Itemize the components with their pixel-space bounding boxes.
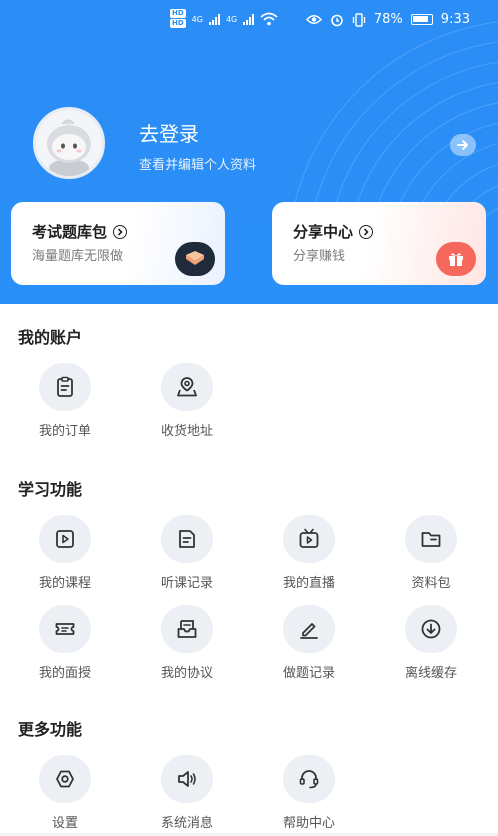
settings-icon: [39, 755, 91, 803]
exam-bank-card[interactable]: 考试题库包 海量题库无限做: [11, 202, 225, 285]
login-subtitle[interactable]: 查看并编辑个人资料: [139, 154, 256, 173]
wifi-icon: [260, 12, 278, 26]
signal-icon: [208, 13, 220, 25]
eye-icon: [305, 15, 322, 24]
inbox-icon: [161, 605, 213, 653]
location-icon: [161, 363, 213, 411]
settings-button[interactable]: 设置: [5, 755, 125, 831]
document-icon: [161, 515, 213, 563]
my-agreements-button[interactable]: 我的协议: [127, 605, 247, 681]
status-bar: HD HD 4G 4G 78% 9:33: [0, 0, 498, 40]
chevron-right-icon: [113, 224, 128, 239]
item-label: 系统消息: [160, 816, 213, 831]
pen-icon: [283, 605, 335, 653]
alarm-icon: [331, 14, 343, 26]
question-records-button[interactable]: 做题记录: [249, 605, 369, 681]
clipboard-icon: [39, 363, 91, 411]
hd-indicator: HD HD: [170, 9, 186, 28]
item-label: 做题记录: [282, 666, 335, 681]
battery-icon: [410, 14, 433, 25]
item-label: 离线缓存: [404, 666, 457, 681]
item-label: 我的订单: [38, 424, 91, 439]
card-subtitle: 海量题库无限做: [32, 249, 124, 264]
section-title-more: 更多功能: [18, 720, 83, 739]
section-title-study: 学习功能: [18, 480, 83, 499]
my-courses-button[interactable]: 我的课程: [5, 515, 125, 591]
signal-icon: [243, 13, 255, 25]
my-live-button[interactable]: 我的直播: [249, 515, 369, 591]
vibrate-icon: [352, 12, 366, 27]
battery-percent: 78%: [373, 12, 403, 27]
card-title: 分享中心: [293, 221, 374, 242]
offline-cache-button[interactable]: 离线缓存: [371, 605, 491, 681]
item-label: 帮助中心: [282, 816, 335, 831]
share-center-card[interactable]: 分享中心 分享赚钱: [272, 202, 486, 285]
card-title: 考试题库包: [32, 221, 128, 242]
item-label: 我的协议: [160, 666, 213, 681]
download-icon: [405, 605, 457, 653]
chevron-right-icon: [359, 224, 374, 239]
login-title[interactable]: 去登录: [139, 118, 199, 147]
folder-icon: [405, 515, 457, 563]
book-icon: [175, 242, 215, 276]
network-label: 4G: [191, 14, 203, 24]
item-label: 收货地址: [160, 424, 213, 439]
item-label: 资料包: [411, 576, 451, 591]
avatar[interactable]: [33, 107, 105, 179]
headset-icon: [283, 755, 335, 803]
card-subtitle: 分享赚钱: [293, 249, 346, 264]
item-label: 我的课程: [38, 576, 91, 591]
item-label: 听课记录: [160, 576, 213, 591]
tv-icon: [283, 515, 335, 563]
my-face-teaching-button[interactable]: 我的面授: [5, 605, 125, 681]
mascot-icon: [47, 119, 91, 176]
materials-button[interactable]: 资料包: [371, 515, 491, 591]
speaker-icon: [161, 755, 213, 803]
help-center-button[interactable]: 帮助中心: [249, 755, 369, 831]
arrow-right-icon: [457, 140, 468, 150]
network-label: 4G: [225, 14, 238, 24]
clock: 9:33: [440, 12, 470, 27]
system-messages-button[interactable]: 系统消息: [127, 755, 247, 831]
item-label: 我的直播: [282, 576, 335, 591]
shipping-address-button[interactable]: 收货地址: [127, 363, 247, 439]
my-orders-button[interactable]: 我的订单: [5, 363, 125, 439]
profile-arrow-button[interactable]: [450, 134, 476, 156]
gift-icon: [436, 242, 476, 276]
item-label: 设置: [51, 816, 78, 831]
section-title-account: 我的账户: [18, 328, 83, 347]
listening-records-button[interactable]: 听课记录: [127, 515, 247, 591]
ticket-icon: [39, 605, 91, 653]
play-square-icon: [39, 515, 91, 563]
item-label: 我的面授: [38, 666, 91, 681]
